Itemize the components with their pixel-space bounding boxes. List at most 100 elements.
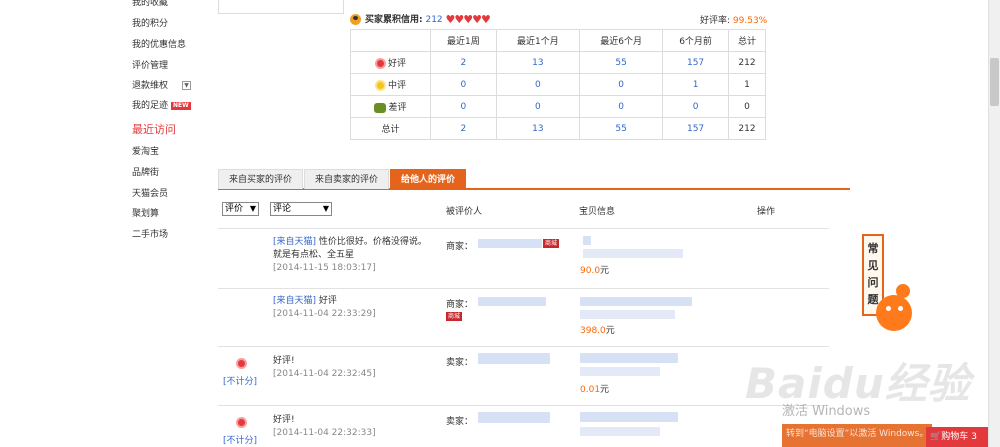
- sidebar-item-secondhand[interactable]: 二手市场: [132, 227, 168, 240]
- review-target-role: 卖家：: [446, 358, 474, 368]
- column-header-action: 操作: [757, 207, 776, 217]
- stats-cell: 212: [727, 117, 767, 140]
- stats-row-label: 差评: [350, 95, 431, 118]
- stats-cell[interactable]: 0: [578, 95, 664, 118]
- tab-from-buyers[interactable]: 来自买家的评价: [218, 169, 304, 189]
- row-divider: [218, 228, 829, 229]
- stats-header: 总计: [727, 29, 767, 52]
- price-value: 0.01: [580, 385, 601, 395]
- rating-select-value: 评价: [225, 204, 244, 214]
- row-divider: [218, 288, 829, 289]
- stats-header: [350, 29, 431, 52]
- price-unit: 元: [600, 385, 610, 395]
- blurred-item-info: [580, 297, 692, 306]
- review-comment: [来自天猫] 性价比很好。价格没得说。就是有点松、全五星 [2014-11-15…: [273, 236, 433, 275]
- stats-cell[interactable]: 0: [578, 73, 664, 96]
- blurred-shop-name: [478, 353, 550, 364]
- green-leaf-icon: [374, 102, 387, 113]
- stats-row-negative: 差评 0 0 0 0 0: [350, 95, 767, 118]
- blurred-item-info: [580, 427, 660, 436]
- stats-cell[interactable]: 13: [495, 117, 580, 140]
- stats-cell[interactable]: 0: [430, 95, 497, 118]
- sidebar-item-tmall-member[interactable]: 天猫会员: [132, 186, 168, 199]
- sidebar-item-points[interactable]: 我的积分: [132, 16, 168, 29]
- stats-cell[interactable]: 0: [430, 73, 497, 96]
- stats-header-row: 最近1周 最近1个月 最近6个月 6个月前 总计: [350, 29, 767, 52]
- column-header-item: 宝贝信息: [579, 207, 616, 217]
- page-scrollbar[interactable]: [988, 0, 1000, 447]
- chevron-down-icon: ▼: [322, 204, 329, 213]
- review-text: 好评!: [273, 415, 295, 425]
- no-score-label: [不计分]: [223, 436, 258, 446]
- stats-cell[interactable]: 0: [495, 73, 580, 96]
- stats-cell[interactable]: 2: [430, 51, 497, 74]
- blurred-item-info: [580, 353, 678, 363]
- sidebar-item-footprint[interactable]: 我的足迹 NEW: [132, 98, 191, 111]
- review-date: [2014-11-04 22:33:29]: [273, 309, 376, 319]
- sidebar-item-refund[interactable]: 退款维权 ▼: [132, 78, 192, 91]
- stats-cell[interactable]: 157: [662, 117, 729, 140]
- stats-cell[interactable]: 0: [495, 95, 580, 118]
- chevron-down-icon[interactable]: ▼: [182, 81, 192, 90]
- review-comment: 好评! [2014-11-04 22:32:33]: [273, 414, 433, 440]
- top-link-box: [218, 0, 344, 14]
- sidebar-item-label: 退款维权: [132, 81, 169, 91]
- cart-button[interactable]: 🛒购物车 3: [926, 427, 988, 447]
- review-text: 好评: [318, 296, 337, 306]
- stats-row-neutral: 中评 0 0 0 1 1: [350, 73, 767, 96]
- price-unit: 元: [600, 266, 610, 276]
- review-source: [来自天猫]: [273, 237, 317, 247]
- column-header-target: 被评价人: [446, 207, 483, 217]
- stats-header: 6个月前: [662, 29, 729, 52]
- chevron-down-icon: ▼: [249, 204, 256, 213]
- sidebar-item-coupons[interactable]: 我的优惠信息: [132, 37, 186, 50]
- stats-row-positive: 好评 2 13 55 157 212: [350, 51, 767, 74]
- stats-row-total: 总计 2 13 55 157 212: [350, 117, 767, 140]
- activation-notice-subtitle: 转到“电脑设置”以激活 Windows。: [782, 424, 932, 447]
- positive-rate-label: 好评率:: [700, 16, 731, 26]
- stats-cell[interactable]: 55: [578, 117, 664, 140]
- review-target-role: 商家：: [446, 242, 474, 252]
- credit-score[interactable]: 212: [425, 15, 442, 25]
- stats-label-text: 差评: [388, 103, 407, 113]
- review-date: [2014-11-04 22:32:33]: [273, 428, 376, 438]
- stats-row-label: 总计: [350, 117, 431, 140]
- mascot-eye-icon: [898, 306, 903, 311]
- stats-cell[interactable]: 55: [578, 51, 664, 74]
- stats-cell[interactable]: 0: [662, 95, 729, 118]
- sidebar-item-favorites[interactable]: 我的收藏: [132, 0, 168, 8]
- stats-row-label: 中评: [350, 73, 431, 96]
- price-value: 398.0: [580, 326, 606, 336]
- tab-from-sellers[interactable]: 来自卖家的评价: [304, 169, 390, 189]
- no-score-label: [不计分]: [223, 377, 258, 387]
- rating-select[interactable]: 评价 ▼: [222, 202, 259, 216]
- stats-cell: 212: [727, 51, 767, 74]
- stats-cell[interactable]: 157: [662, 51, 729, 74]
- review-price: 0.01元: [580, 382, 609, 395]
- heart-icon: ♥♥♥♥♥: [445, 13, 491, 26]
- sidebar-item-aitaobao[interactable]: 爱淘宝: [132, 144, 159, 157]
- stats-cell[interactable]: 13: [495, 51, 580, 74]
- faq-label: 常见问题: [867, 242, 879, 306]
- mall-badge: 商城: [446, 312, 463, 321]
- stats-cell[interactable]: 2: [430, 117, 497, 140]
- comment-select[interactable]: 评论 ▼: [270, 202, 332, 216]
- stats-label-text: 中评: [387, 81, 406, 91]
- review-comment: [来自天猫] 好评 [2014-11-04 22:33:29]: [273, 295, 433, 321]
- buyer-credit: 买家累积信用: 212 ♥♥♥♥♥: [350, 12, 491, 26]
- new-badge: NEW: [171, 101, 191, 110]
- comment-select-value: 评论: [273, 204, 292, 214]
- scrollbar-thumb[interactable]: [990, 58, 999, 106]
- sidebar-item-review-manage[interactable]: 评价管理: [132, 58, 168, 71]
- mascot-icon[interactable]: [876, 295, 912, 331]
- blurred-shop-name: [478, 297, 546, 306]
- tab-given-to-others[interactable]: 给他人的评价: [390, 169, 467, 189]
- blurred-item-info: [583, 249, 683, 258]
- stats-cell[interactable]: 1: [662, 73, 729, 96]
- review-target-role: 卖家：: [446, 417, 474, 427]
- sidebar-item-brand-street[interactable]: 品牌街: [132, 165, 159, 178]
- buyer-icon: [350, 14, 361, 25]
- cart-count: 3: [971, 432, 977, 442]
- review-source: [来自天猫]: [273, 296, 317, 306]
- sidebar-item-juhuasuan[interactable]: 聚划算: [132, 206, 159, 219]
